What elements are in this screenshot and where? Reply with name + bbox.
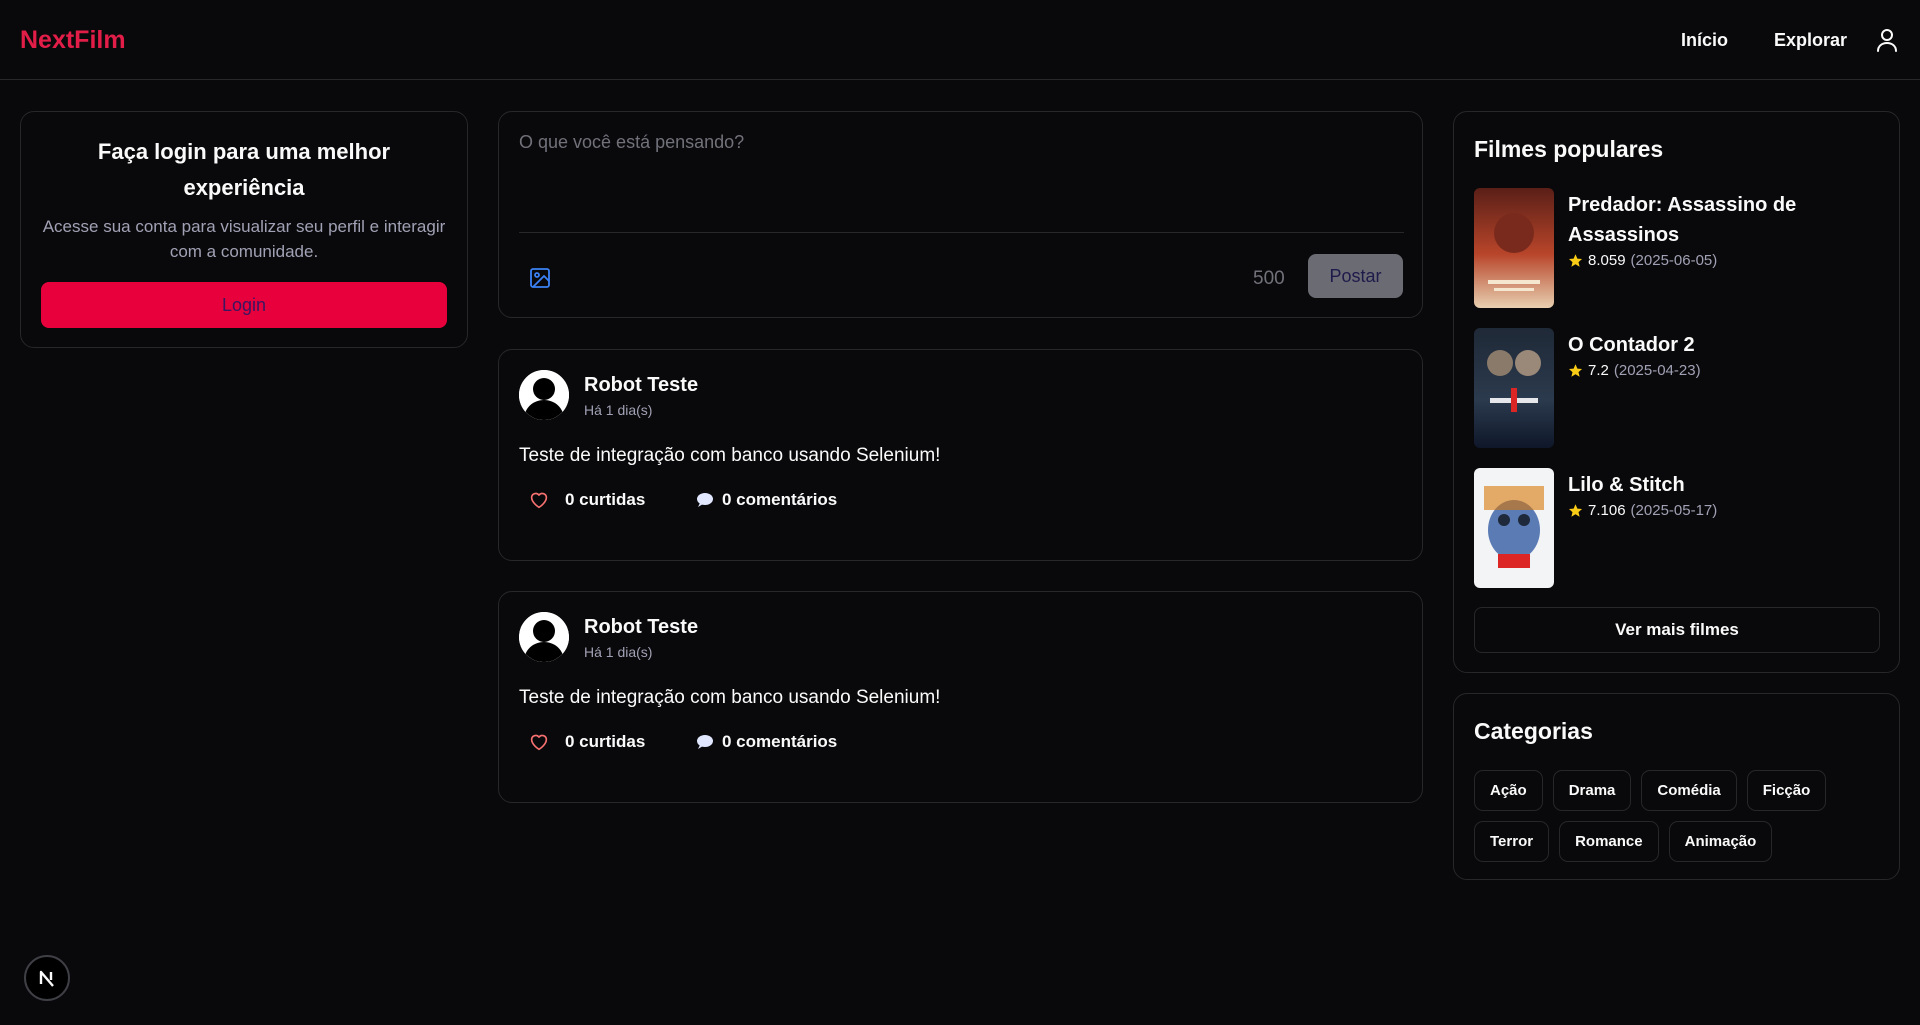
category-chip-comedia[interactable]: Comédia [1641,770,1737,811]
post-author[interactable]: Robot Teste [584,616,698,639]
more-movies-button[interactable]: Ver mais filmes [1474,607,1880,653]
heart-icon [530,734,548,751]
movie-title: O Contador 2 [1568,334,1695,356]
movie-poster [1474,188,1554,308]
category-chip-animacao[interactable]: Animação [1668,821,1773,862]
movie-meta: 7.2 (2025-04-23) [1568,362,1701,379]
star-icon [1568,364,1583,377]
category-chip-ficcao[interactable]: Ficção [1746,770,1827,811]
popular-movies-card: Filmes populares Predador: Assassino de … [1453,111,1900,673]
login-button[interactable]: Login [41,282,447,328]
movie-item[interactable]: Predador: Assassino de Assassinos 8.059 … [1474,188,1874,308]
movie-meta: 8.059 (2025-06-05) [1568,252,1717,269]
composer-divider [519,232,1404,233]
categories-title: Categorias [1474,718,1593,744]
login-title: Faça login para uma melhor experiência [97,139,391,200]
post-text: Teste de integração com banco usando Sel… [519,687,941,708]
comment-count: 0 comentários [722,732,838,751]
movie-rating: 7.2 [1588,362,1609,379]
category-chip-acao[interactable]: Ação [1474,770,1543,811]
movie-poster [1474,328,1554,448]
category-chip-drama[interactable]: Drama [1552,770,1632,811]
star-icon [1568,254,1583,267]
movie-meta: 7.106 (2025-05-17) [1568,502,1717,519]
avatar [519,612,569,662]
comment-icon [697,735,713,749]
movie-date: (2025-05-17) [1630,502,1718,519]
comment-button[interactable]: 0 comentários [696,490,837,510]
categories-card: Categorias Ação Drama Comédia Ficção Ter… [1453,693,1900,880]
nav-link-explore[interactable]: Explorar [1774,30,1847,51]
post-time: Há 1 dia(s) [584,402,653,418]
heart-icon [530,492,548,509]
nav-link-home[interactable]: Início [1681,30,1728,51]
category-chips: Ação Drama Comédia Ficção Terror Romance… [1474,770,1884,862]
movie-item[interactable]: O Contador 2 7.2 (2025-04-23) [1474,328,1874,448]
movie-date: (2025-04-23) [1613,362,1701,379]
avatar [519,370,569,420]
post-card: Robot Teste Há 1 dia(s) Teste de integra… [498,591,1423,803]
category-chip-romance[interactable]: Romance [1559,821,1659,862]
post-time: Há 1 dia(s) [584,644,653,660]
post-author[interactable]: Robot Teste [584,374,698,397]
logo[interactable]: NextFilm [20,26,126,55]
image-icon[interactable] [529,267,551,289]
char-count: 500 [1253,268,1285,289]
like-button[interactable]: 0 curtidas [529,490,645,510]
movie-title: Lilo & Stitch [1568,474,1685,496]
post-input[interactable] [519,132,1404,196]
popular-movies-title: Filmes populares [1474,136,1664,162]
like-count: 0 curtidas [565,490,646,509]
post-text: Teste de integração com banco usando Sel… [519,445,941,466]
post-button[interactable]: Postar [1308,254,1403,298]
top-navbar: NextFilm Início Explorar [0,0,1920,80]
comment-count: 0 comentários [722,490,838,509]
movie-rating: 8.059 [1588,252,1626,269]
star-icon [1568,504,1583,517]
nextjs-badge[interactable] [24,955,70,1001]
nextjs-logo-icon [39,970,54,987]
comment-button[interactable]: 0 comentários [696,732,837,752]
movie-rating: 7.106 [1588,502,1626,519]
movie-item[interactable]: Lilo & Stitch 7.106 (2025-05-17) [1474,468,1874,588]
movie-title: Predador: Assassino de Assassinos [1568,194,1797,246]
login-card: Faça login para uma melhor experiência A… [20,111,468,348]
like-button[interactable]: 0 curtidas [529,732,645,752]
post-card: Robot Teste Há 1 dia(s) Teste de integra… [498,349,1423,561]
like-count: 0 curtidas [565,732,646,751]
category-chip-terror[interactable]: Terror [1474,821,1550,862]
login-description: Acesse sua conta para visualizar seu per… [42,217,446,261]
comment-icon [697,493,713,507]
user-icon[interactable] [1876,28,1898,52]
post-composer: 500 Postar [498,111,1423,318]
movie-poster [1474,468,1554,588]
movie-date: (2025-06-05) [1630,252,1718,269]
